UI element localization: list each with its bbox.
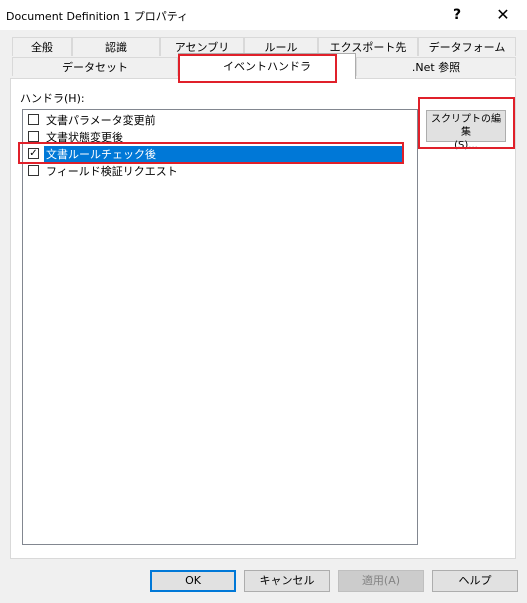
- list-item[interactable]: フィールド検証リクエスト: [26, 163, 404, 180]
- handlers-listbox[interactable]: 文書パラメータ変更前 文書状態変更後 ✓ 文書ルールチェック後 フィールド検証リ…: [22, 109, 418, 545]
- checkbox[interactable]: [28, 131, 39, 142]
- edit-script-label: スクリプトの編集: [431, 114, 501, 138]
- list-item-label: フィールド検証リクエスト: [46, 165, 178, 178]
- checkbox[interactable]: [28, 114, 39, 125]
- list-item[interactable]: 文書パラメータ変更前: [26, 112, 404, 129]
- list-item-label: 文書パラメータ変更前: [46, 114, 156, 127]
- help-icon[interactable]: ?: [434, 0, 480, 30]
- tab-general[interactable]: 全般: [12, 37, 72, 56]
- close-icon[interactable]: ✕: [480, 0, 526, 30]
- handlers-label: ハンドラ(H):: [20, 92, 85, 105]
- ok-button[interactable]: OK: [150, 570, 236, 592]
- list-item-selected[interactable]: ✓ 文書ルールチェック後: [26, 146, 404, 163]
- list-item-label: 文書ルールチェック後: [46, 148, 156, 161]
- checkbox-checked[interactable]: ✓: [28, 148, 39, 159]
- checkbox[interactable]: [28, 165, 39, 176]
- tab-dataset[interactable]: データセット: [12, 57, 178, 76]
- list-item[interactable]: 文書状態変更後: [26, 129, 404, 146]
- edit-script-button[interactable]: スクリプトの編集 (S)...: [426, 110, 506, 151]
- edit-script-shortcut: (S)...: [454, 140, 478, 151]
- window-title: Document Definition 1 プロパティ: [6, 10, 189, 23]
- list-item-label: 文書状態変更後: [46, 131, 123, 144]
- tab-event-handlers[interactable]: イベントハンドラ: [178, 53, 356, 79]
- title-bar: Document Definition 1 プロパティ ? ✕: [0, 0, 527, 30]
- apply-button[interactable]: 適用(A): [338, 570, 424, 592]
- tab-data-form[interactable]: データフォーム: [418, 37, 516, 56]
- tab-recognition[interactable]: 認識: [72, 37, 160, 56]
- cancel-button[interactable]: キャンセル: [244, 570, 330, 592]
- help-button[interactable]: ヘルプ: [432, 570, 518, 592]
- tab-net-references[interactable]: .Net 参照: [356, 57, 516, 76]
